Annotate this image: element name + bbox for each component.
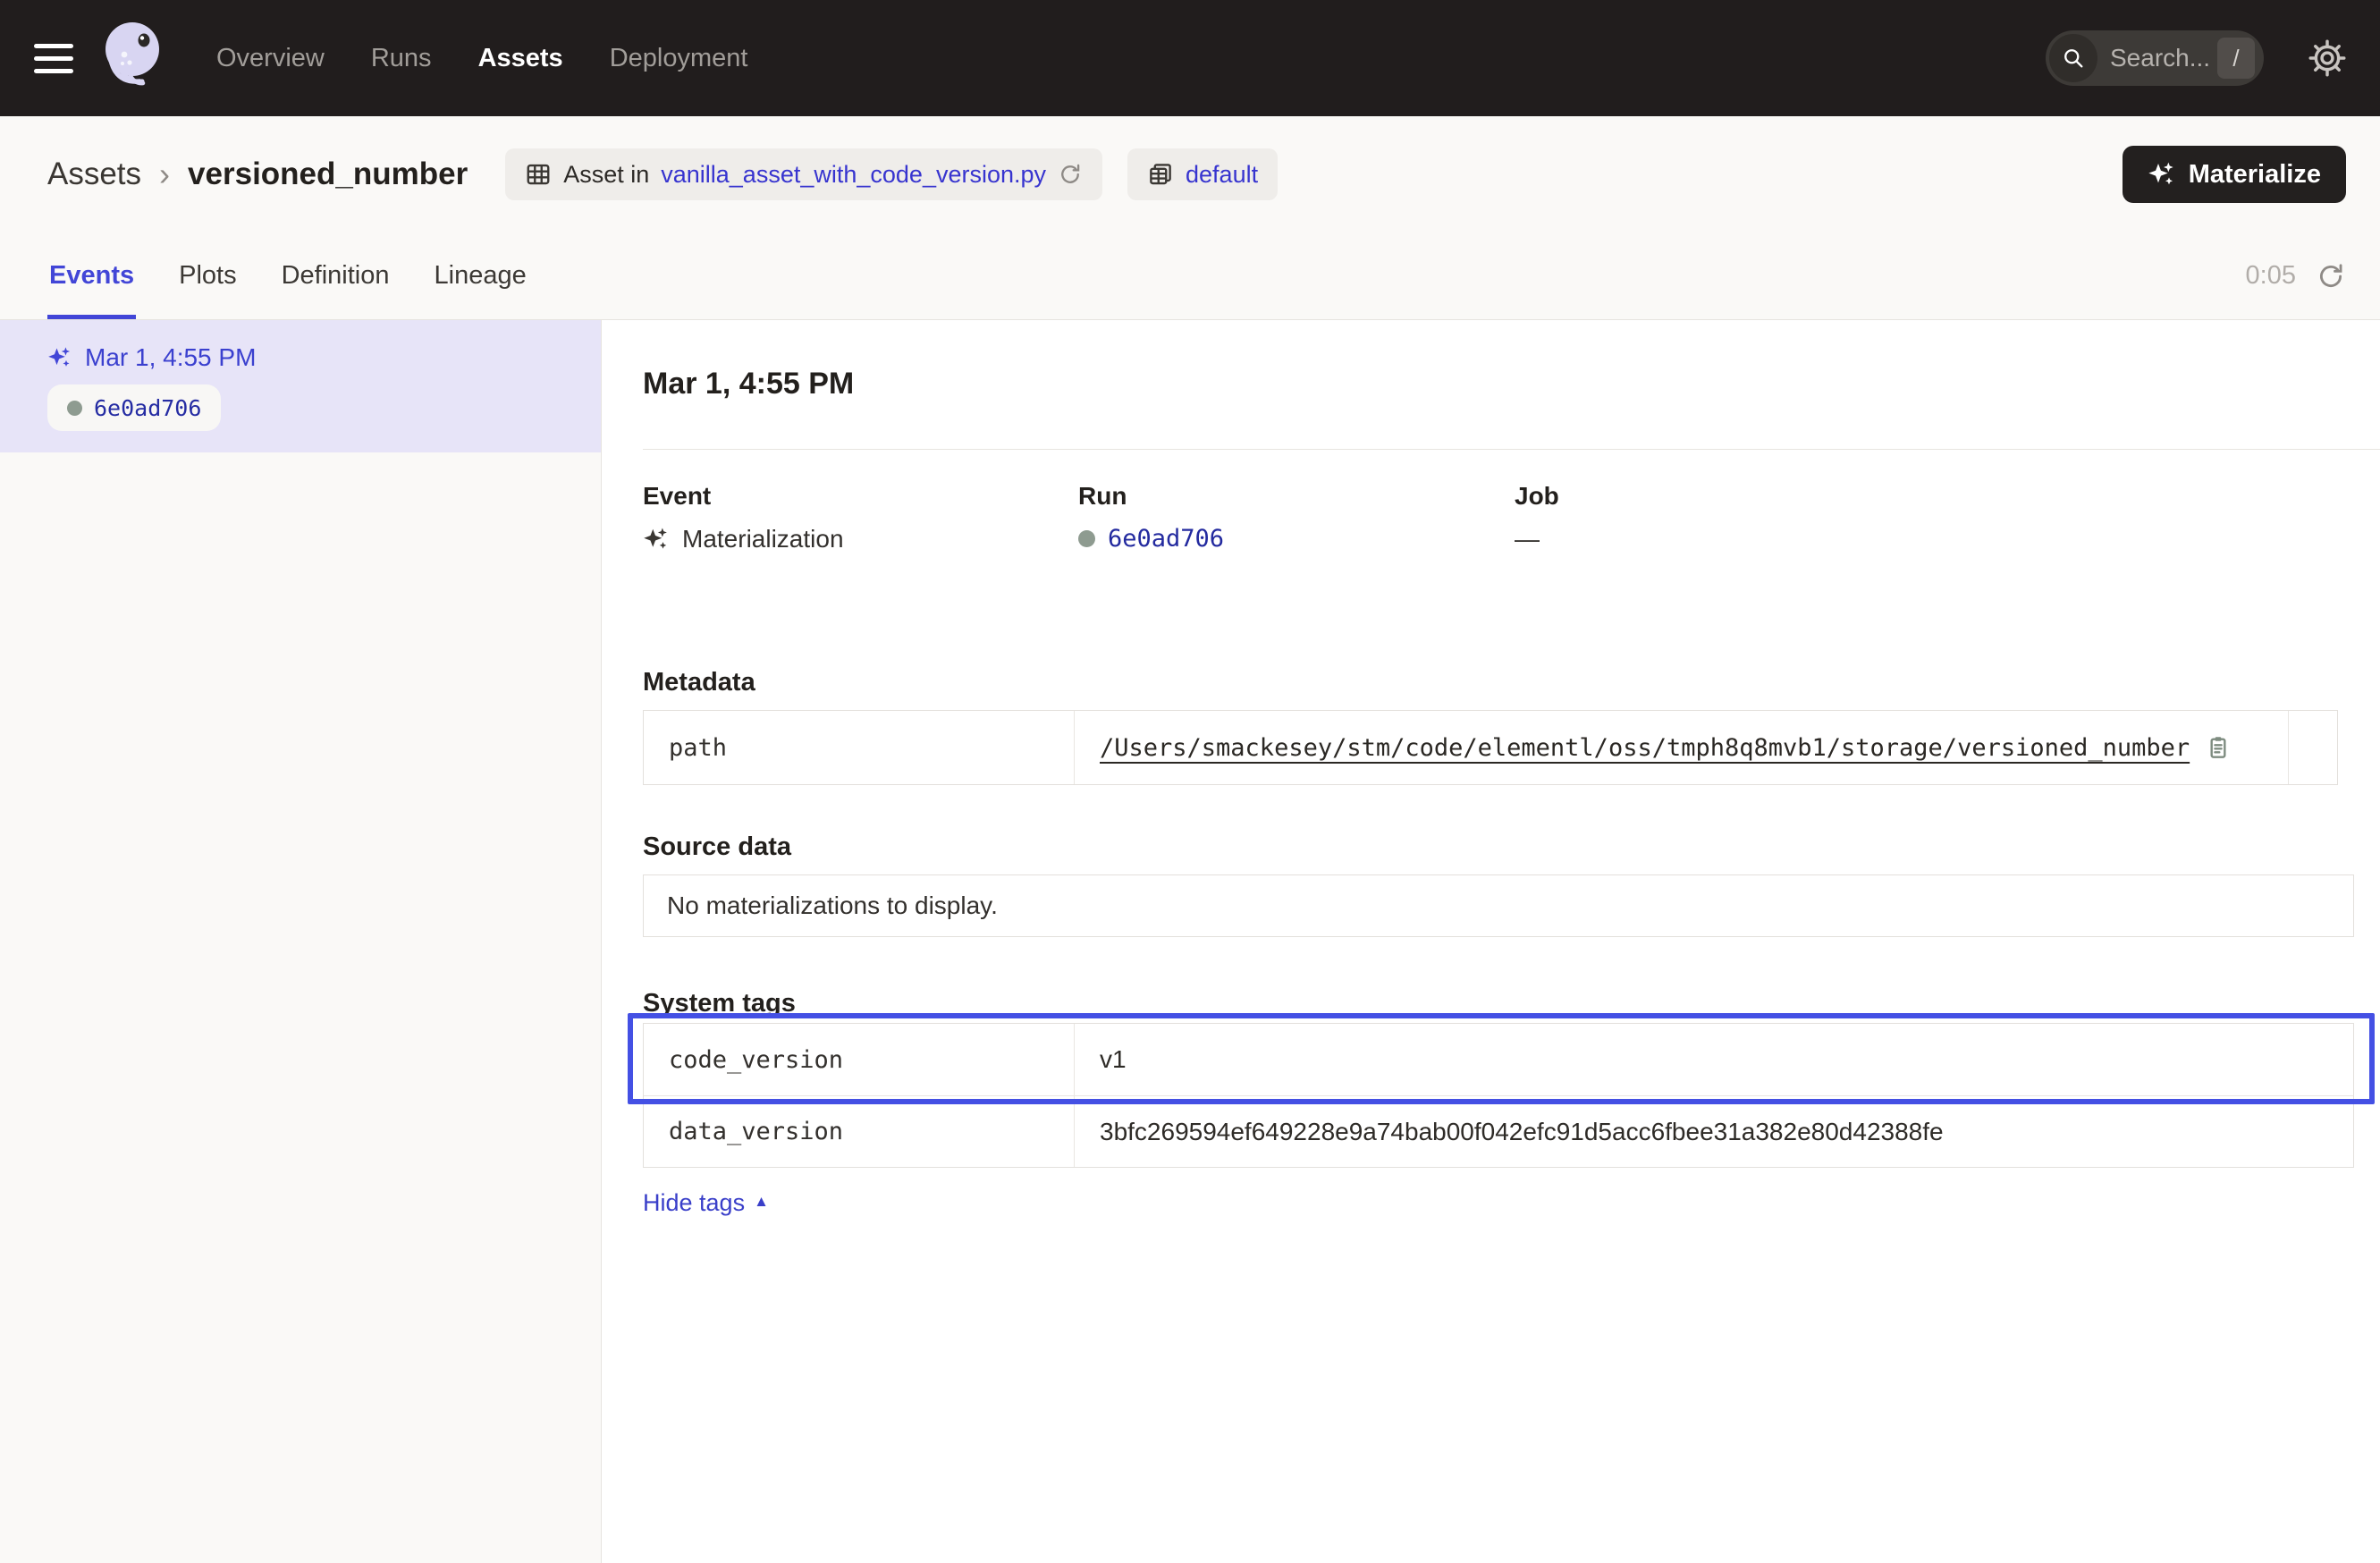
materialize-button-label: Materialize bbox=[2189, 160, 2321, 190]
event-column: Event Materialization bbox=[643, 482, 1078, 553]
tag-value-code-version: v1 bbox=[1075, 1045, 2353, 1074]
asset-page-header: Assets › versioned_number Asset in vanil… bbox=[0, 116, 2380, 232]
materialization-sparkle-icon bbox=[643, 526, 670, 553]
dagster-logo[interactable] bbox=[97, 17, 168, 99]
repo-grid-icon bbox=[1147, 161, 1174, 188]
run-id-link[interactable]: 6e0ad706 bbox=[1108, 525, 1224, 553]
source-data-empty-box: No materializations to display. bbox=[643, 874, 2354, 937]
job-empty-value: — bbox=[1515, 525, 1540, 553]
materialization-sparkle-icon bbox=[47, 345, 72, 370]
run-status-dot bbox=[1078, 530, 1095, 547]
top-navigation-bar: Overview Runs Assets Deployment Search..… bbox=[0, 0, 2380, 116]
repository-badge[interactable]: default bbox=[1127, 148, 1278, 200]
run-column-label: Run bbox=[1078, 482, 1515, 511]
event-list-sidebar: Mar 1, 4:55 PM 6e0ad706 bbox=[0, 320, 602, 1563]
dagster-app-window: Overview Runs Assets Deployment Search..… bbox=[0, 0, 2380, 1563]
source-data-empty-message: No materializations to display. bbox=[667, 891, 998, 920]
system-tags-table: code_version v1 data_version 3bfc269594e… bbox=[643, 1023, 2354, 1168]
sparkle-icon bbox=[2148, 160, 2176, 189]
copy-clipboard-icon[interactable] bbox=[2204, 733, 2232, 762]
reload-icon[interactable] bbox=[1058, 162, 1083, 187]
nav-item-deployment[interactable]: Deployment bbox=[610, 44, 748, 73]
table-row: path /Users/smackesey/stm/code/elementl/… bbox=[644, 711, 2337, 784]
hide-tags-link[interactable]: Hide tags ▲ bbox=[643, 1189, 769, 1217]
run-id-text: 6e0ad706 bbox=[94, 395, 201, 421]
event-column-label: Event bbox=[643, 482, 1078, 511]
primary-nav: Overview Runs Assets Deployment bbox=[216, 44, 747, 73]
search-placeholder: Search... bbox=[2110, 44, 2217, 72]
metadata-path-link[interactable]: /Users/smackesey/stm/code/elementl/oss/t… bbox=[1100, 734, 2190, 762]
global-search-input[interactable]: Search... / bbox=[2046, 30, 2264, 86]
search-shortcut-key: / bbox=[2217, 38, 2255, 79]
tab-lineage[interactable]: Lineage bbox=[433, 232, 528, 319]
materialize-button[interactable]: Materialize bbox=[2123, 146, 2346, 203]
repo-default-link[interactable]: default bbox=[1186, 161, 1258, 189]
run-status-dot bbox=[67, 401, 82, 416]
job-column: Job — bbox=[1515, 482, 2380, 553]
breadcrumb-separator: › bbox=[159, 156, 170, 193]
search-icon bbox=[2049, 34, 2097, 82]
page-title: versioned_number bbox=[188, 156, 468, 192]
asset-tabs-bar: Events Plots Definition Lineage 0:05 bbox=[0, 232, 2380, 320]
nav-item-runs[interactable]: Runs bbox=[371, 44, 432, 73]
event-detail-panel: Mar 1, 4:55 PM Event Materialization bbox=[602, 320, 2380, 1563]
event-summary-columns: Event Materialization Run 6e0ad bbox=[643, 482, 2380, 553]
metadata-heading: Metadata bbox=[643, 668, 2380, 697]
tag-key-data-version: data_version bbox=[644, 1096, 1075, 1167]
asset-in-label: Asset in bbox=[563, 161, 649, 189]
job-column-label: Job bbox=[1515, 482, 2380, 511]
table-row: data_version 3bfc269594ef649228e9a74bab0… bbox=[644, 1095, 2353, 1167]
hamburger-menu-icon[interactable] bbox=[34, 44, 73, 73]
divider bbox=[643, 449, 2380, 450]
settings-gear-icon[interactable] bbox=[2307, 38, 2348, 79]
content-area: Mar 1, 4:55 PM 6e0ad706 Mar 1, 4:55 PM E… bbox=[0, 320, 2380, 1563]
metadata-table: path /Users/smackesey/stm/code/elementl/… bbox=[643, 710, 2338, 785]
tab-definition[interactable]: Definition bbox=[280, 232, 392, 319]
source-data-heading: Source data bbox=[643, 832, 2380, 862]
asset-definition-badge: Asset in vanilla_asset_with_code_version… bbox=[505, 148, 1102, 200]
event-timestamp: Mar 1, 4:55 PM bbox=[85, 343, 256, 372]
event-detail-title: Mar 1, 4:55 PM bbox=[643, 367, 2380, 401]
run-id-pill[interactable]: 6e0ad706 bbox=[47, 384, 221, 431]
table-row: code_version v1 bbox=[644, 1024, 2353, 1095]
breadcrumb-assets-link[interactable]: Assets bbox=[47, 156, 141, 192]
tag-key-code-version: code_version bbox=[644, 1024, 1075, 1095]
tab-events[interactable]: Events bbox=[47, 232, 136, 319]
tab-plots[interactable]: Plots bbox=[177, 232, 238, 319]
run-column: Run 6e0ad706 bbox=[1078, 482, 1515, 553]
nav-item-assets[interactable]: Assets bbox=[478, 44, 563, 73]
hide-tags-label: Hide tags bbox=[643, 1189, 745, 1217]
metadata-key: path bbox=[644, 711, 1075, 784]
refresh-countdown: 0:05 bbox=[2246, 261, 2296, 291]
refresh-icon[interactable] bbox=[2316, 261, 2346, 291]
chevron-up-icon: ▲ bbox=[754, 1193, 769, 1211]
event-list-item-selected[interactable]: Mar 1, 4:55 PM 6e0ad706 bbox=[0, 320, 601, 452]
system-tags-heading: System tags bbox=[643, 989, 2380, 1018]
table-grid-icon bbox=[525, 161, 552, 188]
nav-item-overview[interactable]: Overview bbox=[216, 44, 325, 73]
asset-file-link[interactable]: vanilla_asset_with_code_version.py bbox=[661, 161, 1046, 189]
event-type-value: Materialization bbox=[682, 525, 844, 553]
tag-value-data-version: 3bfc269594ef649228e9a74bab00f042efc91d5a… bbox=[1075, 1118, 2353, 1146]
